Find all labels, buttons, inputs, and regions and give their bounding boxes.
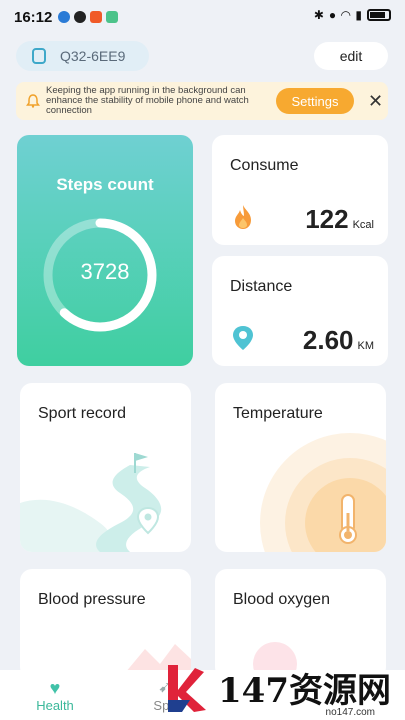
battery-icon <box>367 9 391 21</box>
distance-card[interactable]: Distance 2.60 KM <box>212 256 388 366</box>
notice-text: Keeping the app running in the backgroun… <box>46 85 249 116</box>
location-icon: ● <box>328 8 337 22</box>
app-notification-icon <box>58 11 71 23</box>
steps-card[interactable]: Steps count 3728 <box>17 135 193 366</box>
consume-unit: Kcal <box>352 219 374 231</box>
tab-health-label: Health <box>36 697 74 713</box>
flame-icon <box>235 205 251 229</box>
thermometer-illustration <box>260 433 386 552</box>
app-notification-icon-3 <box>106 11 119 23</box>
watermark-logo <box>168 665 206 712</box>
winding-road-illustration <box>20 453 162 552</box>
bluetooth-icon: ✱ <box>313 8 324 22</box>
background-run-notice: Keeping the app running in the backgroun… <box>16 82 388 120</box>
app-notification-icon-2 <box>90 11 103 23</box>
status-time: 16:12 <box>14 8 53 26</box>
edit-button[interactable]: edit <box>314 42 388 70</box>
settings-button[interactable]: Settings <box>276 88 354 114</box>
status-bar: 16:12 ✱ ● ◠ ▮ <box>0 0 405 34</box>
device-name: Q32-6EE9 <box>60 48 126 64</box>
tab-health[interactable]: ♥ Health <box>0 670 110 720</box>
consume-title: Consume <box>230 157 299 174</box>
heart-icon: ♥ <box>49 677 61 698</box>
device-selector[interactable]: Q32-6EE9 <box>16 41 149 71</box>
status-icons: ✱ ● ◠ ▮ <box>314 8 391 22</box>
consume-card[interactable]: Consume 122 Kcal <box>212 135 388 245</box>
steps-value: 3728 <box>80 259 130 284</box>
wifi-icon: ◠ <box>341 8 351 22</box>
temperature-card[interactable]: Temperature <box>215 383 386 552</box>
watermark-url: no147.com <box>325 707 375 718</box>
close-icon[interactable]: ✕ <box>368 91 383 112</box>
location-pin-icon <box>233 326 253 350</box>
distance-value: 2.60 <box>302 325 354 355</box>
watermark: 147资源网 no147.com <box>160 655 405 720</box>
consume-value: 122 <box>305 204 349 234</box>
watermark-text: 147资源网 <box>218 671 391 711</box>
steps-title: Steps count <box>56 175 154 194</box>
distance-title: Distance <box>230 278 293 295</box>
sport-record-card[interactable]: Sport record <box>20 383 191 552</box>
signal-icon: ▮ <box>355 8 362 22</box>
watch-icon <box>32 48 46 64</box>
qq-icon <box>74 11 87 23</box>
bell-icon <box>26 94 40 108</box>
distance-unit: KM <box>357 340 375 352</box>
